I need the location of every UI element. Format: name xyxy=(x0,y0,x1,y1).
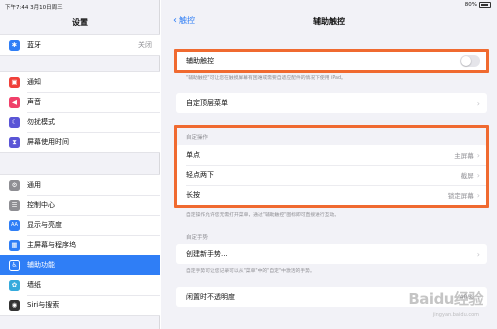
sidebar-item-label: Siri与搜索 xyxy=(27,301,60,309)
sidebar-item-notifications[interactable]: ▣ 通知 xyxy=(0,72,160,92)
top-menu-card: 自定顶层菜单 › xyxy=(176,93,487,113)
control-center-icon: ☰ xyxy=(9,199,20,211)
sidebar-item-sounds[interactable]: ◀ 声音 xyxy=(0,92,160,112)
chevron-right-icon: › xyxy=(476,98,480,108)
display-icon: AA xyxy=(9,219,20,231)
chevron-right-icon: › xyxy=(476,249,480,259)
sidebar-item-control-center[interactable]: ☰ 控制中心 xyxy=(0,195,160,215)
sidebar-item-display[interactable]: AA 显示与亮度 xyxy=(0,215,160,235)
custom-gestures-card: 创建新手势... › xyxy=(176,244,487,264)
custom-actions-note: 自定操作允许您无需打开菜单，通过"辅助触控"图标即可直接进行互动。 xyxy=(186,213,340,218)
baidu-watermark: Baidu经验 xyxy=(408,290,483,308)
sidebar-group-notifications: ▣ 通知 ◀ 声音 ☾ 勿扰模式 ⧗ 屏幕使用时间 xyxy=(0,71,160,153)
sidebar-item-screen-time[interactable]: ⧗ 屏幕使用时间 xyxy=(0,132,160,152)
bluetooth-icon: ✱ xyxy=(9,39,20,51)
siri-icon: ◉ xyxy=(9,299,20,311)
sidebar-item-accessibility[interactable]: ♿ 辅助功能 xyxy=(0,255,160,275)
wallpaper-icon: ✿ xyxy=(9,279,20,291)
sidebar-item-label: 蓝牙 xyxy=(27,41,41,49)
sidebar-item-do-not-disturb[interactable]: ☾ 勿扰模式 xyxy=(0,112,160,132)
status-battery: 80% xyxy=(465,2,491,8)
watermark-url: jingyan.baidu.com xyxy=(432,312,479,318)
sidebar-item-label: 勿扰模式 xyxy=(27,118,55,126)
sidebar-item-label: 通用 xyxy=(27,181,41,189)
status-time: 下午7:44 3月10日周三 xyxy=(5,5,63,11)
page-title: 辅助触控 xyxy=(313,17,345,26)
sidebar-item-label: 显示与亮度 xyxy=(27,221,62,229)
custom-gestures-note: 自定手势可让您记录可以从"菜单"中的"自定"中激活的手势。 xyxy=(186,269,315,274)
create-gesture-label: 创建新手势... xyxy=(186,250,228,258)
sidebar-item-label: 辅助功能 xyxy=(27,261,55,269)
sidebar-group-connectivity: ✱ 蓝牙 关闭 xyxy=(0,34,160,56)
sidebar-item-label: 屏幕使用时间 xyxy=(27,138,69,146)
sidebar-item-value: 关闭 xyxy=(138,41,152,49)
sidebar-item-label: 墙纸 xyxy=(27,281,41,289)
detail-pane: 80% ‹ 触控 辅助触控 辅助触控 "辅助触控"可让您在触摸屏幕有困难或需要自… xyxy=(161,0,497,329)
settings-sidebar: 下午7:44 3月10日周三 设置 ✱ 蓝牙 关闭 ▣ 通知 ◀ 声音 ☾ 勿扰… xyxy=(0,0,160,329)
sidebar-item-label: 主屏幕与程序坞 xyxy=(27,241,76,249)
sidebar-item-label: 通知 xyxy=(27,78,41,86)
custom-gestures-header: 自定手势 xyxy=(186,235,209,241)
sidebar-group-general: ⚙ 通用 ☰ 控制中心 AA 显示与亮度 ▦ 主屏幕与程序坞 ♿ 辅助功能 ✿ … xyxy=(0,174,160,316)
customize-top-menu-label: 自定顶层菜单 xyxy=(186,99,228,107)
sidebar-title: 设置 xyxy=(72,18,88,27)
gear-icon: ⚙ xyxy=(9,179,20,191)
accessibility-icon: ♿ xyxy=(9,259,20,271)
sidebar-item-bluetooth[interactable]: ✱ 蓝牙 关闭 xyxy=(0,35,160,55)
home-screen-icon: ▦ xyxy=(9,239,20,251)
battery-percent: 80% xyxy=(464,2,477,8)
sidebar-item-wallpaper[interactable]: ✿ 墙纸 xyxy=(0,275,160,295)
sidebar-item-general[interactable]: ⚙ 通用 xyxy=(0,175,160,195)
assistive-touch-note: "辅助触控"可让您在触摸屏幕有困难或需要自适应配件的情况下使用 iPad。 xyxy=(186,76,346,81)
notifications-icon: ▣ xyxy=(9,76,20,88)
hourglass-icon: ⧗ xyxy=(9,136,20,148)
sound-icon: ◀ xyxy=(9,96,20,108)
sidebar-item-label: 控制中心 xyxy=(27,201,55,209)
create-gesture-row[interactable]: 创建新手势... › xyxy=(176,244,487,264)
moon-icon: ☾ xyxy=(9,116,20,128)
customize-top-menu-row[interactable]: 自定顶层菜单 › xyxy=(176,93,487,113)
highlight-box xyxy=(174,49,489,73)
sidebar-item-siri[interactable]: ◉ Siri与搜索 xyxy=(0,295,160,315)
nav-bar: ‹ 触控 辅助触控 xyxy=(161,12,497,30)
sidebar-item-home-screen[interactable]: ▦ 主屏幕与程序坞 xyxy=(0,235,160,255)
sidebar-item-label: 声音 xyxy=(27,98,41,106)
highlight-box xyxy=(174,125,489,208)
battery-icon xyxy=(479,2,491,8)
